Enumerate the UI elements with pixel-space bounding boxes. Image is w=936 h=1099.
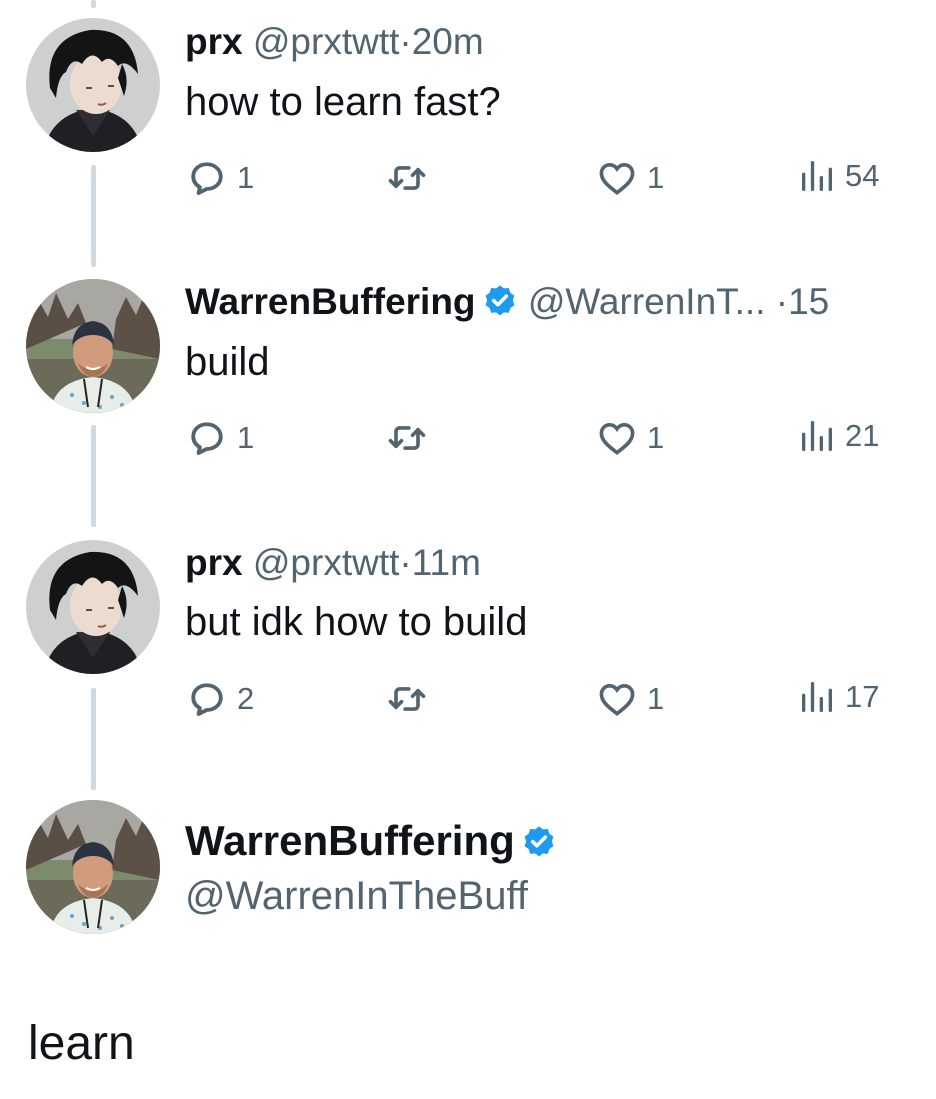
reply-button[interactable]: 1 [185, 416, 254, 460]
author-handle[interactable]: @prxtwtt [253, 542, 400, 583]
author-name[interactable]: WarrenBuffering [185, 281, 476, 322]
verified-badge-icon [482, 283, 518, 319]
reply-count: 1 [237, 420, 255, 455]
timestamp[interactable]: 11m [412, 542, 481, 583]
like-button[interactable]: 1 [595, 677, 664, 721]
retweet-button[interactable] [385, 416, 429, 460]
retweet-button[interactable] [385, 156, 429, 200]
views-button[interactable]: 54 [797, 156, 879, 196]
view-count: 54 [845, 158, 880, 193]
thread-connector [91, 425, 96, 527]
timestamp[interactable]: 20m [412, 21, 484, 62]
heart-icon [599, 683, 635, 716]
thread-connector [91, 165, 96, 267]
author-name[interactable]: WarrenBuffering [185, 817, 515, 864]
author-name[interactable]: prx [185, 542, 243, 583]
bar-chart-icon [802, 682, 832, 712]
tweet-text: how to learn fast? [185, 80, 501, 124]
tweet-text: build [185, 340, 270, 384]
retweet-arrows-icon [388, 687, 426, 711]
thread-connector [91, 688, 96, 790]
reply-count: 2 [237, 681, 255, 716]
tweet-header: prx @prxtwtt·20m [185, 23, 484, 60]
like-count: 1 [647, 160, 665, 195]
view-count: 17 [845, 679, 880, 714]
thread-connector [91, 0, 96, 8]
author-name[interactable]: prx [185, 21, 243, 62]
author-handle[interactable]: @prxtwtt [253, 21, 400, 62]
timestamp[interactable]: 15 [788, 281, 829, 322]
view-count: 21 [845, 418, 880, 453]
avatar[interactable] [26, 540, 160, 674]
separator-dot: · [775, 281, 789, 322]
avatar[interactable] [26, 279, 160, 413]
action-bar: 1 1 54 [185, 156, 905, 200]
action-bar: 2 1 17 [185, 677, 905, 721]
verified-badge-icon [521, 824, 557, 860]
reply-button[interactable]: 1 [185, 156, 254, 200]
speech-bubble-icon [191, 683, 223, 716]
separator-dot: · [399, 542, 412, 583]
like-button[interactable]: 1 [595, 156, 664, 200]
tweet-text: learn [28, 1017, 135, 1070]
reply-count: 1 [237, 160, 255, 195]
like-count: 1 [647, 681, 665, 716]
author-handle[interactable]: @WarrenInTheBuff [185, 876, 528, 916]
tweet-header: prx @prxtwtt·11m [185, 544, 481, 581]
tweet-text: but idk how to build [185, 600, 528, 644]
retweet-arrows-icon [388, 166, 426, 190]
retweet-button[interactable] [385, 677, 429, 721]
views-button[interactable]: 21 [797, 416, 879, 456]
heart-icon [599, 162, 635, 195]
bar-chart-icon [802, 421, 832, 451]
like-count: 1 [647, 420, 665, 455]
heart-icon [599, 422, 635, 455]
avatar[interactable] [26, 800, 160, 934]
main-author-row: WarrenBuffering [185, 820, 557, 862]
tweet-header: WarrenBuffering @WarrenInT... ·15 [185, 283, 829, 320]
author-handle[interactable]: @WarrenInT... [528, 281, 766, 322]
speech-bubble-icon [191, 422, 223, 455]
speech-bubble-icon [191, 162, 223, 195]
avatar[interactable] [26, 18, 160, 152]
retweet-arrows-icon [388, 426, 426, 450]
views-button[interactable]: 17 [797, 677, 879, 717]
separator-dot: · [399, 21, 412, 62]
action-bar: 1 1 21 [185, 416, 905, 460]
reply-button[interactable]: 2 [185, 677, 254, 721]
like-button[interactable]: 1 [595, 416, 664, 460]
bar-chart-icon [802, 161, 832, 191]
